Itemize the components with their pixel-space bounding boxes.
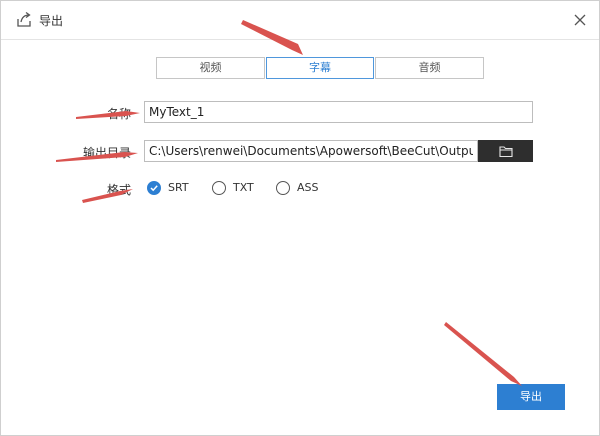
format-ass-label: ASS xyxy=(297,181,319,194)
export-button[interactable]: 导出 xyxy=(497,384,565,410)
tab-bar: 视频 字幕 音频 xyxy=(156,57,484,79)
close-icon[interactable] xyxy=(571,11,589,29)
format-srt-label: SRT xyxy=(168,181,189,194)
name-input[interactable] xyxy=(144,101,533,123)
title-divider xyxy=(1,39,599,40)
tab-subtitle[interactable]: 字幕 xyxy=(266,57,374,79)
format-ass-radio[interactable]: ASS xyxy=(276,181,326,195)
browse-folder-button[interactable] xyxy=(478,140,533,162)
folder-icon xyxy=(499,146,513,158)
name-label: 名称 xyxy=(106,107,131,121)
format-txt-label: TXT xyxy=(233,181,254,194)
output-dir-label: 输出目录 xyxy=(82,146,131,160)
title-bar: 导出 xyxy=(1,1,599,39)
radio-checked-icon xyxy=(147,181,161,195)
output-dir-input[interactable] xyxy=(144,140,478,162)
tab-video[interactable]: 视频 xyxy=(156,57,265,79)
format-txt-radio[interactable]: TXT xyxy=(212,181,262,195)
format-label: 格式 xyxy=(106,183,131,197)
radio-unchecked-icon xyxy=(212,181,226,195)
export-dialog: 导出 视频 字幕 音频 名称 输出目录 格式 SRT TXT ASS 导出 xyxy=(0,0,600,436)
dialog-title: 导出 xyxy=(39,14,64,28)
format-srt-radio[interactable]: SRT xyxy=(147,181,197,195)
radio-unchecked-icon xyxy=(276,181,290,195)
tab-audio[interactable]: 音频 xyxy=(375,57,484,79)
export-icon xyxy=(17,11,31,27)
